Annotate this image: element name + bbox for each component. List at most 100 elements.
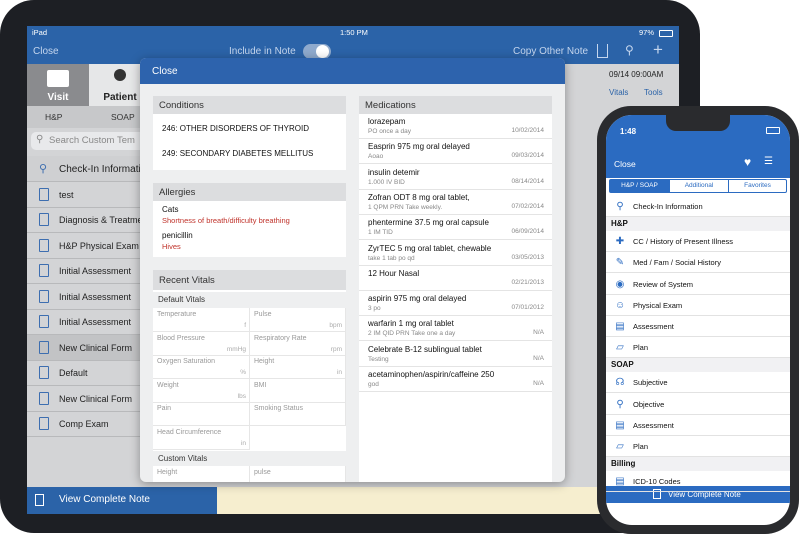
- note-icon: [35, 494, 44, 506]
- medication-row[interactable]: aspirin 975 mg oral delayed 3 po 07/01/201…: [359, 291, 552, 317]
- iphone-list-item[interactable]: ⚲ Check-In Information: [606, 196, 790, 217]
- modal-close-button[interactable]: Close: [152, 66, 178, 77]
- vitals-button[interactable]: Vitals: [609, 88, 628, 97]
- ipad-view-complete-note-button[interactable]: View Complete Note: [27, 487, 217, 514]
- tools-button[interactable]: Tools: [644, 88, 663, 97]
- medication-row[interactable]: Celebrate B-12 sublingual tablet Testing N…: [359, 342, 552, 367]
- iphone-list-item-label: Objective: [633, 399, 665, 409]
- iphone-list-item[interactable]: ☺ Physical Exam: [606, 295, 790, 316]
- iphone-list-item[interactable]: ✎ Med / Fam / Social History: [606, 252, 790, 274]
- battery-icon: [766, 127, 780, 134]
- iphone-list-item[interactable]: ▱ Plan: [606, 436, 790, 457]
- vital-cell[interactable]: Pulse bpm: [250, 308, 346, 332]
- iphone-list-item-label: Assessment: [633, 322, 674, 331]
- vital-unit: %: [240, 369, 246, 376]
- medication-date: 10/02/2014: [511, 127, 544, 134]
- medication-name: Zofran ODT 8 mg oral tablet,: [368, 192, 470, 202]
- vital-cell[interactable]: Height in: [250, 355, 346, 379]
- document-icon: [39, 340, 49, 354]
- tab-visit[interactable]: Visit: [27, 64, 89, 106]
- share-icon[interactable]: [597, 44, 608, 58]
- medication-row[interactable]: phentermine 37.5 mg oral capsule 1 IM TID…: [359, 215, 552, 241]
- device-label: iPad: [32, 28, 48, 37]
- search-field-icon: ⚲: [36, 134, 44, 145]
- iphone-list-item[interactable]: ⚲ Objective: [606, 394, 790, 415]
- medication-row[interactable]: 12 Hour Nasal 02/21/2013: [359, 266, 552, 291]
- template-list-item-label: Check-In Informatio: [59, 164, 147, 175]
- include-in-note-toggle[interactable]: [303, 44, 331, 59]
- medication-row[interactable]: Easprin 975 mg oral delayed Aoao 09/03/201…: [359, 139, 552, 165]
- visit-date: 09/14 09:00AM: [609, 70, 664, 79]
- segment-additional[interactable]: Additional: [669, 180, 728, 192]
- vital-cell[interactable]: pulse: [250, 466, 346, 482]
- iphone-list-item[interactable]: ✚ CC / History of Present Illness: [606, 231, 790, 253]
- medication-date: 03/05/2013: [511, 253, 544, 261]
- vital-cell[interactable]: BMI: [250, 378, 346, 403]
- medication-row[interactable]: insulin detemir 1.000 IV BID 08/14/2014: [359, 165, 552, 190]
- vital-label: Blood Pressure: [157, 334, 205, 342]
- medication-sig: take 1 tab po qd: [368, 254, 415, 262]
- segment-hp-soap[interactable]: H&P / SOAP: [610, 180, 669, 192]
- recent-vitals-title: Recent Vitals: [153, 270, 346, 290]
- medication-row[interactable]: lorazepam PO once a day 10/02/2014: [359, 114, 552, 139]
- medication-name: warfarin 1 mg oral tablet: [368, 319, 454, 329]
- vital-cell[interactable]: Respiratory Rate rpm: [250, 331, 346, 356]
- medication-row[interactable]: acetaminophen/aspirin/caffeine 250 god N/A: [359, 367, 552, 392]
- physical-exam-icon: ☺: [615, 299, 626, 311]
- template-list-item-label: New Clinical Form: [59, 342, 133, 353]
- heart-icon[interactable]: ♥: [744, 155, 751, 169]
- medication-row[interactable]: warfarin 1 mg oral tablet 2 IM QID PRN Ta…: [359, 316, 552, 342]
- subtab-hp[interactable]: H&P: [45, 112, 62, 122]
- ipad-close-button[interactable]: Close: [33, 46, 59, 57]
- allergy-reaction: Shortness of breath/difficulty breathing: [162, 216, 290, 225]
- speech-icon: ☊: [615, 377, 625, 389]
- iphone-list-item[interactable]: ▤ ICD-10 Codes: [606, 471, 790, 493]
- allergy-name: penicillin: [162, 231, 193, 240]
- modal-header: Close: [140, 58, 565, 84]
- medication-date: 02/21/2013: [511, 278, 544, 286]
- document-icon: [39, 289, 49, 303]
- iphone-list-item[interactable]: ▱ Plan: [606, 337, 790, 359]
- medication-sig: 1.000 IV BID: [368, 178, 405, 186]
- folder-icon: [47, 70, 69, 87]
- medication-row[interactable]: ZyrTEC 5 mg oral tablet, chewable take 1 …: [359, 241, 552, 266]
- iphone-list-item[interactable]: ▤ Assessment: [606, 415, 790, 436]
- default-vitals-label: Default Vitals: [153, 292, 346, 308]
- medication-date: 06/09/2014: [511, 228, 544, 236]
- vital-cell[interactable]: Height: [153, 466, 250, 482]
- vital-cell[interactable]: Weight lbs: [153, 378, 250, 403]
- vital-cell[interactable]: Head Circumference in: [153, 425, 250, 450]
- medication-row[interactable]: Zofran ODT 8 mg oral tablet, 1 QPM PRN Ta…: [359, 190, 552, 215]
- segment-favorites[interactable]: Favorites: [728, 180, 786, 192]
- medication-date: 07/02/2014: [511, 202, 544, 210]
- vital-cell[interactable]: Pain: [153, 402, 250, 426]
- custom-vitals-label: Custom Vitals: [153, 451, 346, 466]
- vital-cell[interactable]: Smoking Status: [250, 402, 346, 426]
- add-icon[interactable]: +: [653, 40, 663, 60]
- medication-date: 08/14/2014: [511, 177, 544, 185]
- vital-label: Height: [254, 358, 275, 365]
- iphone-section-header: H&P: [606, 217, 790, 232]
- magnifier-icon: ⚲: [616, 398, 624, 410]
- iphone-list-item[interactable]: ☊ Subjective: [606, 372, 790, 394]
- medication-name: Celebrate B-12 sublingual tablet: [368, 344, 482, 354]
- iphone-close-button[interactable]: Close: [614, 159, 636, 169]
- vital-cell[interactable]: Oxygen Saturation%: [153, 355, 250, 379]
- vital-cell[interactable]: Temperature f: [153, 308, 250, 332]
- vital-cell[interactable]: Blood Pressure mmHg: [153, 331, 250, 356]
- vital-unit: rpm: [330, 345, 342, 353]
- document-icon: [39, 417, 49, 430]
- patient-list-icon[interactable]: ☰: [764, 156, 773, 167]
- subtab-soap[interactable]: SOAP: [111, 112, 135, 122]
- iphone-list-item[interactable]: ◉ Review of System: [606, 274, 790, 295]
- vital-label: BMI: [254, 381, 267, 389]
- medication-sig: Aoao: [368, 153, 384, 161]
- copy-other-note-button[interactable]: Copy Other Note: [513, 46, 588, 57]
- allergies-panel: Allergies Cats Shortness of breath/diffi…: [153, 183, 346, 257]
- search-icon[interactable]: ⚲: [625, 43, 634, 57]
- iphone-list-item-label: CC / History of Present Illness: [633, 237, 734, 247]
- eye-icon: ◉: [615, 278, 625, 290]
- iphone-list-item-label: Plan: [633, 343, 649, 353]
- iphone-list-item[interactable]: ▤ Assessment: [606, 316, 790, 337]
- medication-date: N/A: [533, 380, 544, 387]
